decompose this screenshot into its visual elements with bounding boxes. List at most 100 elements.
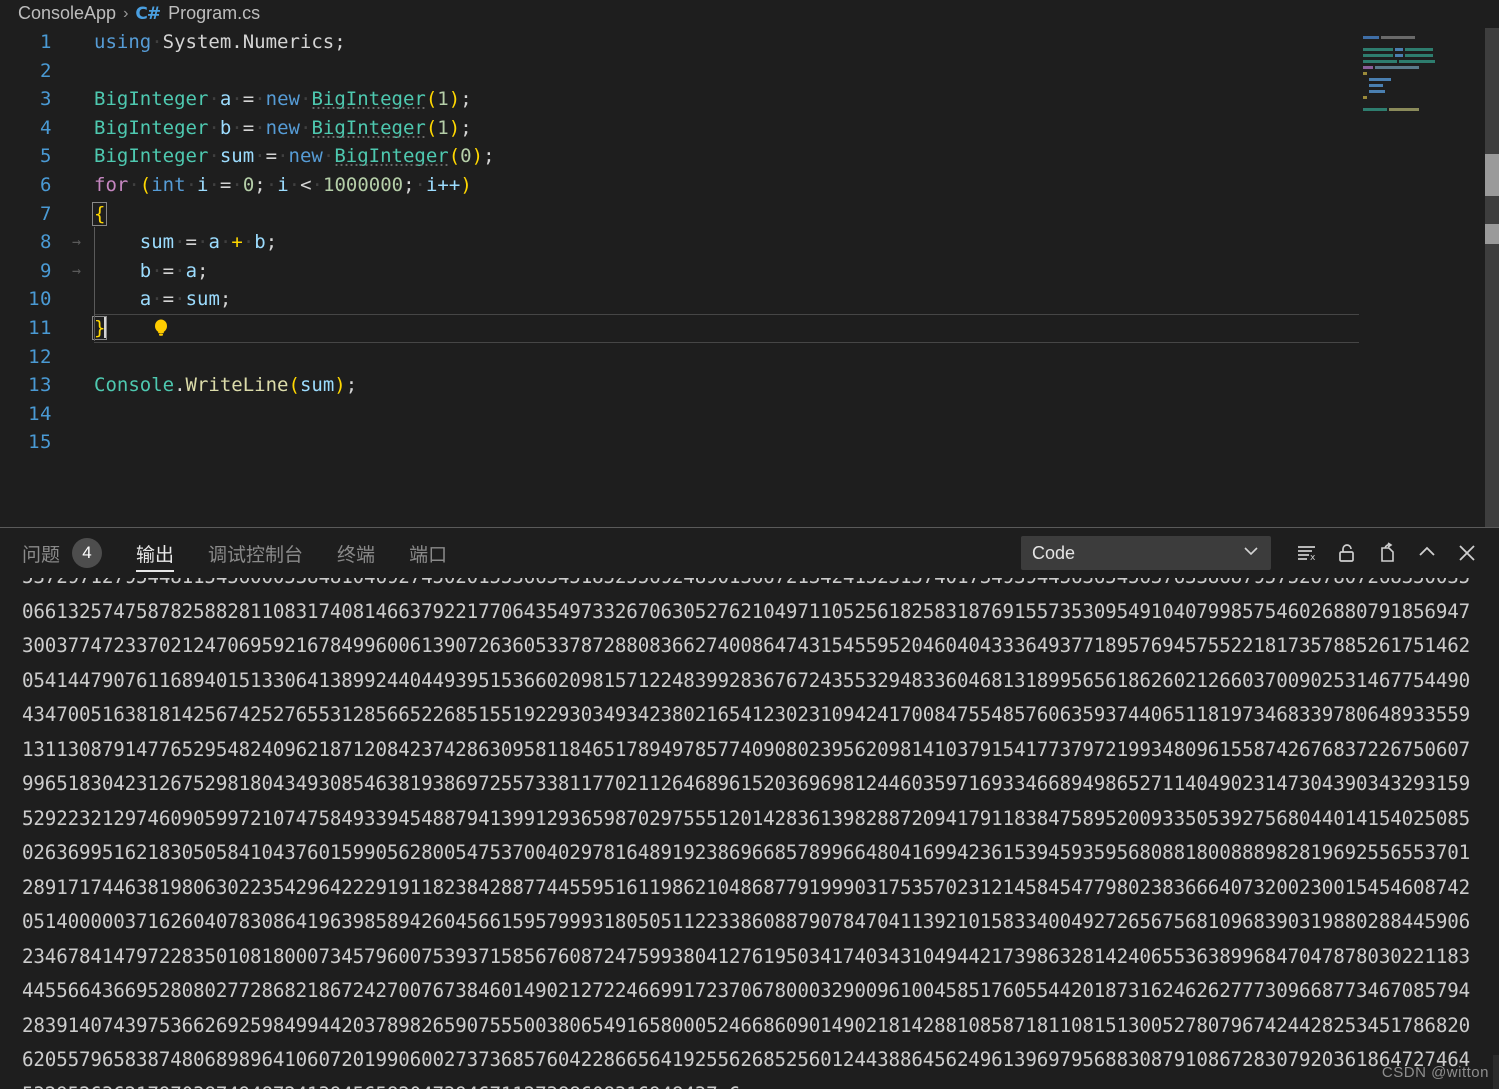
lightbulb-quickfix-icon[interactable] [60, 289, 78, 309]
token-semicolon: ; [254, 174, 265, 196]
output-line: 0541447907611689401513306413899244044939… [22, 664, 1499, 699]
chevron-down-icon [1242, 542, 1260, 565]
csharp-file-icon: C# [135, 4, 160, 24]
tab-terminal-label: 终端 [337, 540, 375, 567]
output-line: 3003774723370212470695921678499600613907… [22, 629, 1499, 664]
editor-minimap[interactable] [1359, 28, 1455, 527]
line-content[interactable]: for·(int·i·=·0;·i·<·1000000;·i++) [60, 171, 1499, 200]
panel-header[interactable]: 问题 4 输出 调试控制台 终端 端口 Code [0, 528, 1499, 578]
scrollbar-thumb[interactable] [1485, 154, 1499, 196]
unlock-icon[interactable] [1329, 535, 1365, 571]
whitespace-dot: · [266, 174, 277, 196]
minimap-row [1381, 36, 1415, 39]
line-content[interactable]: BigInteger·b·=·new·BigInteger(1); [60, 114, 1499, 143]
output-line: 2346784147972283501081800073457960075393… [22, 940, 1499, 975]
code-line[interactable]: 14 [0, 400, 1499, 429]
line-number: 4 [0, 114, 60, 143]
token-assign: = [186, 231, 197, 253]
token-assign: = [163, 288, 174, 310]
code-editor[interactable]: 1 using·System.Numerics; 2 3 BigInteger·… [0, 28, 1499, 527]
line-number: 15 [0, 428, 60, 457]
line-content[interactable]: using·System.Numerics; [60, 28, 1499, 57]
code-line[interactable]: 6 for·(int·i·=·0;·i·<·1000000;·i++) [0, 171, 1499, 200]
close-panel-icon[interactable] [1449, 535, 1485, 571]
output-content[interactable]: 5372971279544811545600053848104692745020… [0, 578, 1499, 1089]
line-number: 13 [0, 371, 60, 400]
code-line[interactable]: 5 BigInteger·sum·=·new·BigInteger(0); [0, 142, 1499, 171]
editor-vertical-scrollbar[interactable] [1485, 28, 1499, 527]
line-content[interactable]: a·=·sum; [60, 285, 1499, 314]
code-line[interactable]: 1 using·System.Numerics; [0, 28, 1499, 57]
token-type-biginteger: BigInteger [94, 145, 208, 167]
code-lines-container[interactable]: 1 using·System.Numerics; 2 3 BigInteger·… [0, 28, 1499, 527]
whitespace-dot: · [254, 117, 265, 139]
tab-problems[interactable]: 问题 4 [22, 528, 102, 578]
token-variable-i: i [197, 174, 208, 196]
minimap-row [1363, 66, 1373, 69]
code-line[interactable]: 4 BigInteger·b·=·new·BigInteger(1); [0, 114, 1499, 143]
scrollbar-thumb-secondary[interactable] [1485, 224, 1499, 244]
code-line[interactable]: 3 BigInteger·a·=·new·BigInteger(1); [0, 85, 1499, 114]
token-dot: . [174, 374, 185, 396]
code-line[interactable]: 12 [0, 343, 1499, 372]
whitespace-dot: · [231, 117, 242, 139]
code-line-current[interactable]: 11 } [0, 314, 1499, 343]
code-line[interactable]: 10 a·=·sum; [0, 285, 1499, 314]
line-content[interactable]: } [60, 314, 1499, 343]
line-number: 9 [0, 257, 60, 286]
minimap-row [1399, 60, 1435, 63]
line-content[interactable]: Console.WriteLine(sum); [60, 371, 1499, 400]
token-variable-sum: sum [220, 145, 254, 167]
tab-ports[interactable]: 端口 [409, 528, 447, 578]
breadcrumb-project[interactable]: ConsoleApp [18, 3, 116, 24]
minimap-row [1363, 36, 1379, 39]
line-number: 7 [0, 200, 60, 229]
indent-guide-arrow-icon: → [72, 257, 81, 286]
breadcrumb: ConsoleApp › C# Program.cs [0, 0, 1499, 28]
token-plus: + [231, 231, 242, 253]
line-content[interactable]: → sum·=·a·+·b; [60, 228, 1499, 257]
whitespace-dot: · [300, 88, 311, 110]
line-content[interactable]: BigInteger·a·=·new·BigInteger(1); [60, 85, 1499, 114]
token-type-biginteger: BigInteger [94, 88, 208, 110]
code-line[interactable]: 2 [0, 57, 1499, 86]
output-channel-select[interactable]: Code [1021, 536, 1271, 570]
output-line: 4455664366952808027728682186724270076738… [22, 974, 1499, 1009]
code-line[interactable]: 13 Console.WriteLine(sum); [0, 371, 1499, 400]
code-line[interactable]: 9 → b·=·a; [0, 257, 1499, 286]
code-line[interactable]: 15 [0, 428, 1499, 457]
breadcrumb-file[interactable]: Program.cs [168, 3, 260, 24]
output-line: 0263699516218305058410437601599056280054… [22, 836, 1499, 871]
line-number: 8 [0, 228, 60, 257]
minimap-row [1389, 108, 1419, 111]
code-line[interactable]: 8 → sum·=·a·+·b; [0, 228, 1499, 257]
whitespace-dot: · [277, 145, 288, 167]
line-content[interactable]: BigInteger·sum·=·new·BigInteger(0); [60, 142, 1499, 171]
token-keyword-new: new [289, 145, 323, 167]
token-number: 0 [243, 174, 254, 196]
whitespace-dot: · [128, 174, 139, 196]
clear-output-icon[interactable]: x [1289, 535, 1325, 571]
token-semicolon: ; [460, 117, 471, 139]
token-paren-close: ) [472, 145, 483, 167]
whitespace-dot: · [254, 145, 265, 167]
bottom-panel[interactable]: 问题 4 输出 调试控制台 终端 端口 Code [0, 527, 1499, 1089]
line-number: 10 [0, 285, 60, 314]
whitespace-dot: · [174, 260, 185, 282]
open-in-editor-icon[interactable] [1369, 535, 1405, 571]
tab-terminal[interactable]: 终端 [337, 528, 375, 578]
line-content[interactable]: → b·=·a; [60, 257, 1499, 286]
line-number: 1 [0, 28, 60, 57]
tab-output[interactable]: 输出 [136, 528, 174, 578]
tab-debug-console[interactable]: 调试控制台 [208, 528, 303, 578]
output-line: 1311308791477652954824096218712084237428… [22, 733, 1499, 768]
line-content[interactable]: { [60, 200, 1499, 229]
panel-actions[interactable]: Code x [1021, 528, 1485, 578]
token-variable-i: i [277, 174, 288, 196]
minimap-row [1405, 48, 1433, 51]
maximize-panel-icon[interactable] [1409, 535, 1445, 571]
output-line: 5329526362179703874948724139456582047394… [22, 1078, 1499, 1089]
code-line[interactable]: 7 { [0, 200, 1499, 229]
tab-debug-console-label: 调试控制台 [208, 540, 303, 567]
tab-output-label: 输出 [136, 540, 174, 567]
